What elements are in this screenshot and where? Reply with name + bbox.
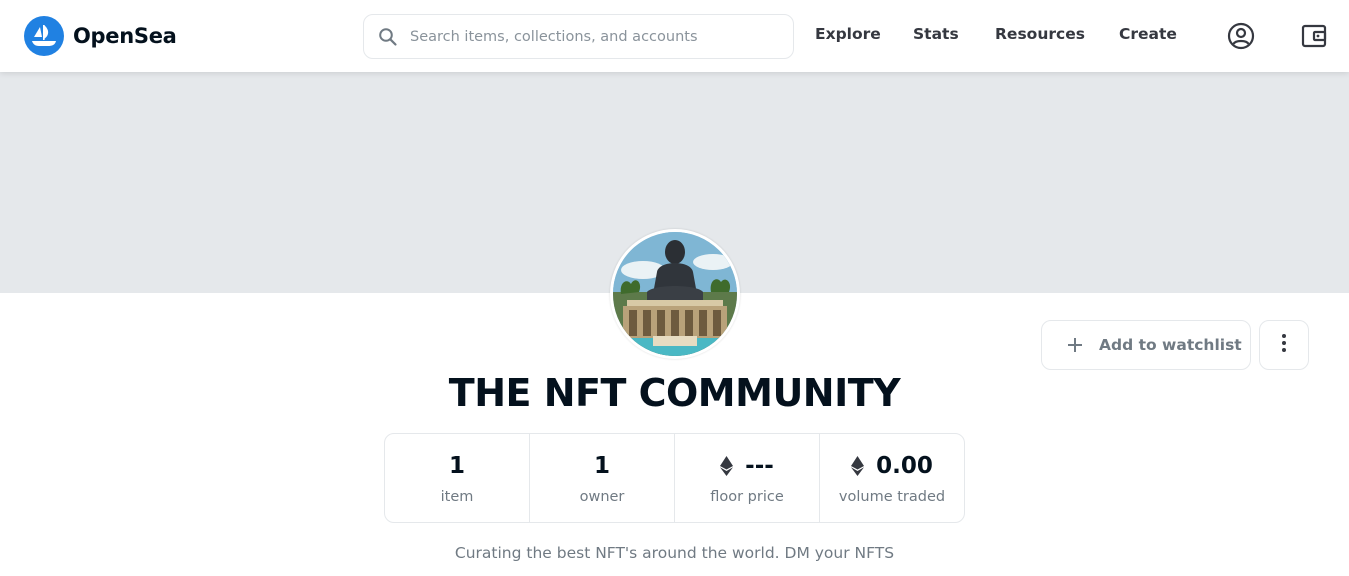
stat-value: 1 [449, 451, 465, 481]
collection-description: Curating the best NFT's around the world… [454, 544, 895, 562]
stat-owners-label: owner [579, 489, 625, 505]
wallet-icon[interactable] [1299, 21, 1329, 51]
search-icon [378, 27, 398, 47]
stat-owners-value: 1 [593, 453, 610, 479]
brand-link[interactable]: OpenSea [24, 16, 177, 56]
stat-floor-price-value: --- [745, 453, 774, 479]
ethereum-icon [720, 456, 734, 476]
user-circle-icon[interactable] [1226, 21, 1256, 51]
nav-create[interactable]: Create [1119, 25, 1177, 43]
collection-stats: 1 item 1 owner --- floor price 0.00 volu… [384, 433, 965, 523]
stat-volume-traded-value: 0.00 [876, 453, 933, 479]
nav-explore[interactable]: Explore [815, 25, 881, 43]
collection-avatar [610, 229, 740, 359]
stat-floor-price[interactable]: --- floor price [675, 434, 820, 522]
stat-owners[interactable]: 1 owner [530, 434, 675, 522]
search-input[interactable] [410, 21, 780, 52]
stat-floor-price-label: floor price [710, 489, 784, 505]
nav-resources[interactable]: Resources [995, 25, 1085, 43]
stat-items-value: 1 [448, 453, 465, 479]
stat-value: 0.00 [851, 451, 933, 481]
plus-icon [1064, 334, 1086, 356]
more-options-button[interactable] [1259, 320, 1309, 370]
nav-stats[interactable]: Stats [913, 25, 959, 43]
ethereum-icon [851, 456, 865, 476]
opensea-logo-icon [24, 16, 64, 56]
add-to-watchlist-button[interactable]: Add to watchlist [1041, 320, 1251, 370]
more-vertical-icon [1281, 333, 1287, 357]
stat-volume-traded[interactable]: 0.00 volume traded [820, 434, 964, 522]
search-bar[interactable] [363, 14, 794, 59]
stat-value: 1 [594, 451, 610, 481]
top-navbar: OpenSea Explore Stats Resources Create [0, 0, 1349, 72]
stat-items-label: item [440, 489, 474, 505]
stat-items[interactable]: 1 item [385, 434, 530, 522]
collection-title: THE NFT COMMUNITY [448, 371, 901, 415]
stat-value: --- [720, 451, 774, 481]
brand-name: OpenSea [73, 24, 177, 48]
watchlist-label: Add to watchlist [1099, 336, 1242, 354]
stat-volume-traded-label: volume traded [838, 489, 946, 505]
